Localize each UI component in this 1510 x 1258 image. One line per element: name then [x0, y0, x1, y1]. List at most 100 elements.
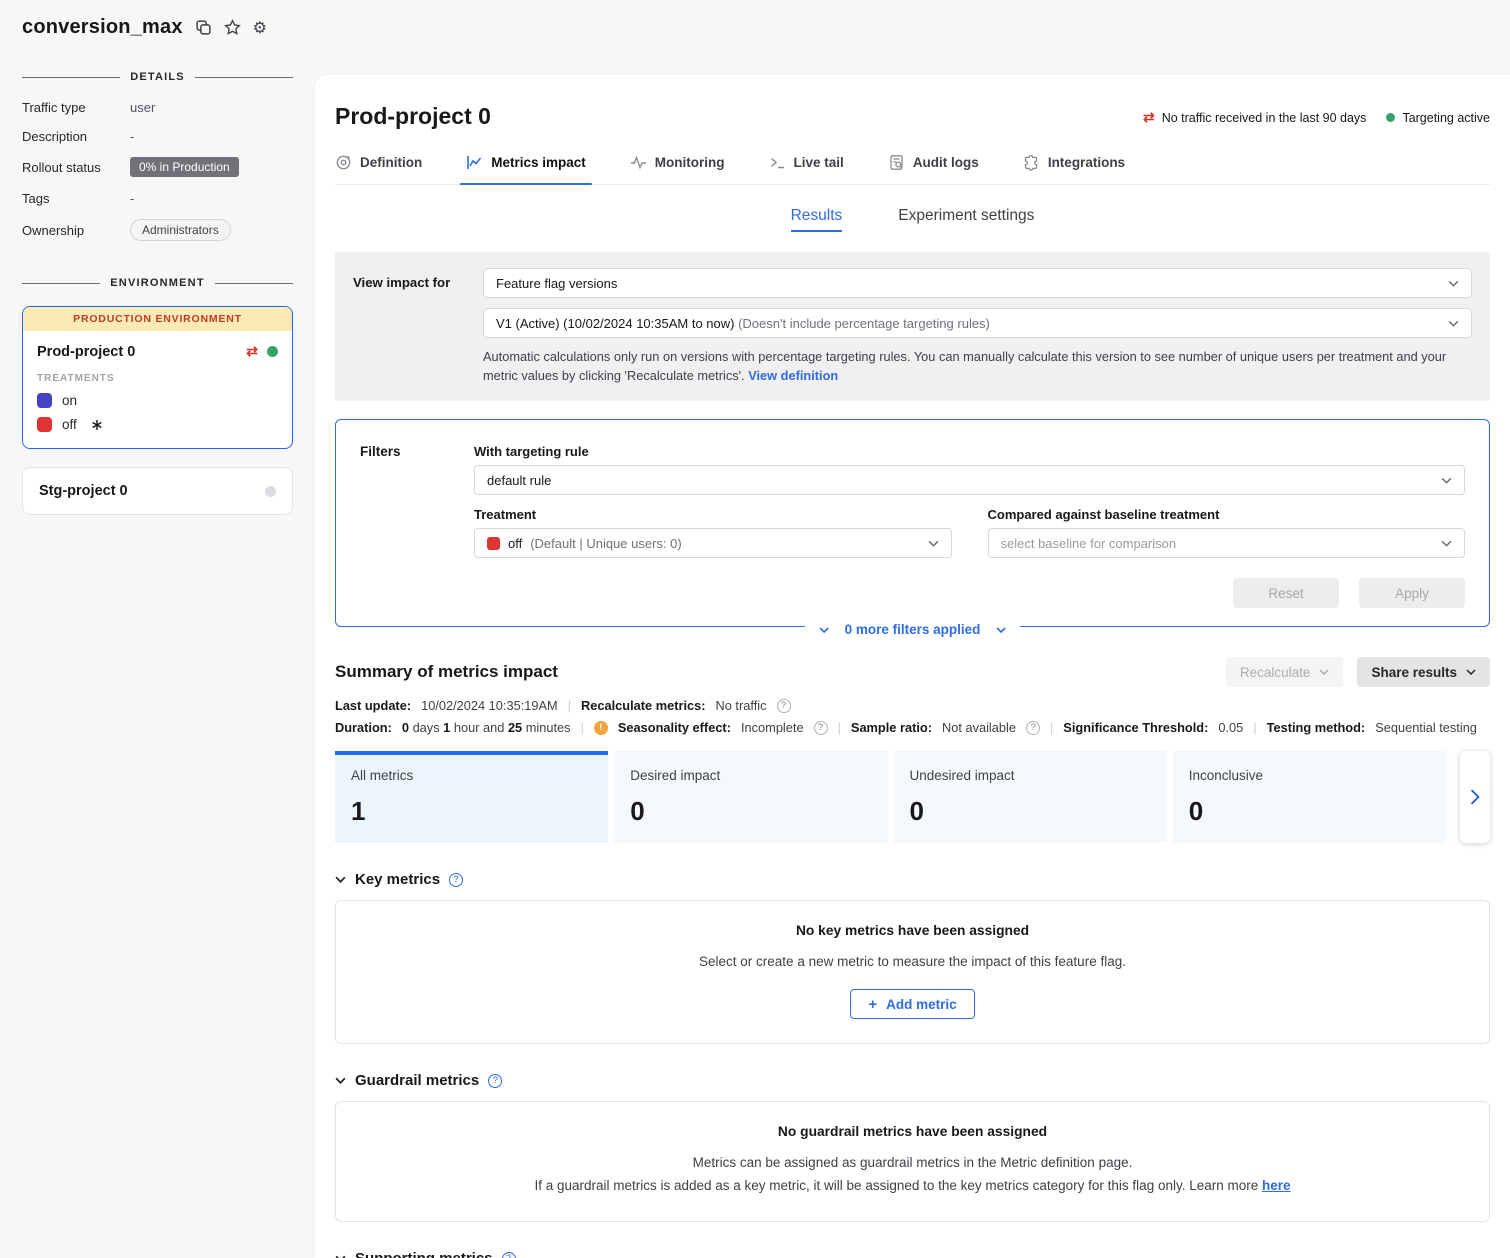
key-metrics-header: Key metrics ?	[335, 871, 1490, 888]
main-panel: Prod-project 0 ⇄ No traffic received in …	[315, 75, 1510, 1258]
production-environment-name: Prod-project 0	[37, 344, 135, 360]
staging-environment-card[interactable]: Stg-project 0	[22, 467, 293, 515]
card-desired-impact[interactable]: Desired impact 0	[614, 751, 887, 843]
targeting-rule-select[interactable]: default rule	[474, 465, 1465, 495]
card-undesired-impact[interactable]: Undesired impact 0	[894, 751, 1167, 843]
help-icon[interactable]: ?	[488, 1074, 502, 1088]
help-icon[interactable]: ?	[449, 873, 463, 887]
rollout-status-badge: 0% in Production	[130, 157, 239, 177]
page-title: Prod-project 0	[335, 103, 491, 130]
tab-live-tail[interactable]: Live tail	[769, 154, 844, 184]
filters-panel: Filters With targeting rule default rule…	[335, 419, 1490, 627]
tab-metrics-impact[interactable]: Metrics impact	[466, 154, 586, 184]
apply-button[interactable]: Apply	[1359, 578, 1465, 608]
treatment-select[interactable]: off (Default | Unique users: 0)	[474, 528, 952, 558]
tab-audit-logs[interactable]: Audit logs	[888, 154, 979, 184]
treatment-name: on	[62, 393, 77, 408]
subtab-experiment-settings[interactable]: Experiment settings	[898, 207, 1034, 232]
cards-scroll-right-button[interactable]	[1460, 751, 1490, 843]
environment-heading: ENVIRONMENT	[22, 277, 293, 289]
version-type-value: Feature flag versions	[496, 276, 617, 291]
tab-monitoring[interactable]: Monitoring	[630, 154, 725, 184]
view-definition-link[interactable]: View definition	[748, 368, 838, 383]
reset-button[interactable]: Reset	[1233, 578, 1339, 608]
active-status-dot	[267, 346, 278, 357]
favorite-star-icon[interactable]	[224, 19, 241, 36]
tab-definition[interactable]: Definition	[335, 154, 422, 184]
chevron-down-icon	[819, 627, 829, 633]
traffic-status: ⇄ No traffic received in the last 90 day…	[1143, 109, 1366, 126]
learn-more-link[interactable]: here	[1262, 1178, 1291, 1193]
version-select[interactable]: V1 (Active) (10/02/2024 10:35AM to now) …	[483, 308, 1472, 338]
treatment-swatch-on	[37, 393, 52, 408]
seasonality-label: Seasonality effect:	[618, 720, 731, 735]
chevron-down-icon[interactable]	[335, 876, 346, 883]
treatment-row-on: on	[37, 393, 278, 408]
help-icon[interactable]: ?	[777, 699, 791, 713]
details-heading: DETAILS	[22, 71, 293, 83]
significance-threshold-value: 0.05	[1218, 720, 1243, 735]
detail-value: -	[130, 191, 134, 206]
treatment-select-value: off	[508, 536, 522, 551]
targeting-active-dot	[1386, 113, 1395, 122]
recalculate-button[interactable]: Recalculate	[1226, 657, 1344, 687]
recalculate-label: Recalculate	[1240, 665, 1311, 680]
warning-icon: !	[594, 721, 608, 735]
targeting-rule-value: default rule	[487, 473, 551, 488]
copy-icon[interactable]	[195, 19, 212, 36]
add-metric-label: Add metric	[886, 997, 957, 1012]
version-value: V1 (Active) (10/02/2024 10:35AM to now)	[496, 316, 734, 331]
card-label: All metrics	[351, 768, 592, 783]
card-all-metrics[interactable]: All metrics 1	[335, 751, 608, 843]
chevron-down-icon[interactable]	[335, 1077, 346, 1084]
share-results-button[interactable]: Share results	[1357, 657, 1490, 687]
duration-value: 0 days 1 hour and 25 minutes	[402, 720, 571, 735]
ownership-pill[interactable]: Administrators	[130, 219, 231, 241]
detail-row-traffic-type: Traffic type user	[22, 99, 293, 115]
baseline-select[interactable]: select baseline for comparison	[988, 528, 1466, 558]
chevron-down-icon	[1466, 669, 1476, 675]
treatment-label: Treatment	[474, 507, 952, 522]
chevron-down-icon	[928, 540, 939, 547]
no-traffic-icon: ⇄	[246, 343, 258, 360]
detail-row-description: Description -	[22, 128, 293, 144]
guardrail-metrics-empty-state: No guardrail metrics have been assigned …	[335, 1101, 1490, 1222]
separator: |	[581, 720, 584, 735]
key-metrics-empty-text: Select or create a new metric to measure…	[356, 954, 1469, 969]
supporting-metrics-header: Supporting metrics ?	[335, 1250, 1490, 1258]
traffic-status-text: No traffic received in the last 90 days	[1162, 111, 1367, 125]
tab-integrations[interactable]: Integrations	[1023, 154, 1125, 184]
version-type-select[interactable]: Feature flag versions	[483, 268, 1472, 298]
add-metric-button[interactable]: + Add metric	[850, 989, 974, 1019]
treatment-off-swatch	[487, 537, 500, 550]
plus-icon: +	[868, 997, 877, 1012]
baseline-placeholder: select baseline for comparison	[1001, 536, 1177, 551]
line-chart-icon	[466, 154, 483, 171]
help-icon[interactable]: ?	[814, 721, 828, 735]
staging-environment-name: Stg-project 0	[39, 483, 128, 499]
sample-ratio-label: Sample ratio:	[851, 720, 932, 735]
more-filters-label: 0 more filters applied	[845, 622, 981, 637]
key-metrics-title: Key metrics	[355, 871, 440, 888]
tab-label: Definition	[360, 155, 422, 170]
sample-ratio-value: Not available	[942, 720, 1016, 735]
help-icon[interactable]: ?	[502, 1252, 516, 1258]
detail-label: Ownership	[22, 223, 130, 238]
more-filters-toggle[interactable]: 0 more filters applied	[805, 622, 1021, 637]
production-environment-card[interactable]: PRODUCTION ENVIRONMENT Prod-project 0 ⇄ …	[22, 306, 293, 449]
detail-label: Tags	[22, 191, 130, 206]
card-inconclusive[interactable]: Inconclusive 0	[1173, 751, 1446, 843]
filters-title: Filters	[360, 444, 474, 608]
guardrail-line2: If a guardrail metrics is added as a key…	[356, 1178, 1469, 1193]
recalculate-metrics-label: Recalculate metrics:	[581, 698, 705, 713]
calculation-note-text: Automatic calculations only run on versi…	[483, 349, 1446, 383]
treatment-swatch-off	[37, 417, 52, 432]
guardrail-line1: Metrics can be assigned as guardrail met…	[356, 1155, 1469, 1170]
card-label: Undesired impact	[910, 768, 1151, 783]
subtab-results[interactable]: Results	[791, 207, 843, 232]
settings-gear-icon[interactable]: ⚙	[253, 18, 267, 38]
detail-row-ownership: Ownership Administrators	[22, 219, 293, 241]
testing-method-value: Sequential testing	[1375, 720, 1477, 735]
help-icon[interactable]: ?	[1026, 721, 1040, 735]
card-label: Inconclusive	[1189, 768, 1430, 783]
